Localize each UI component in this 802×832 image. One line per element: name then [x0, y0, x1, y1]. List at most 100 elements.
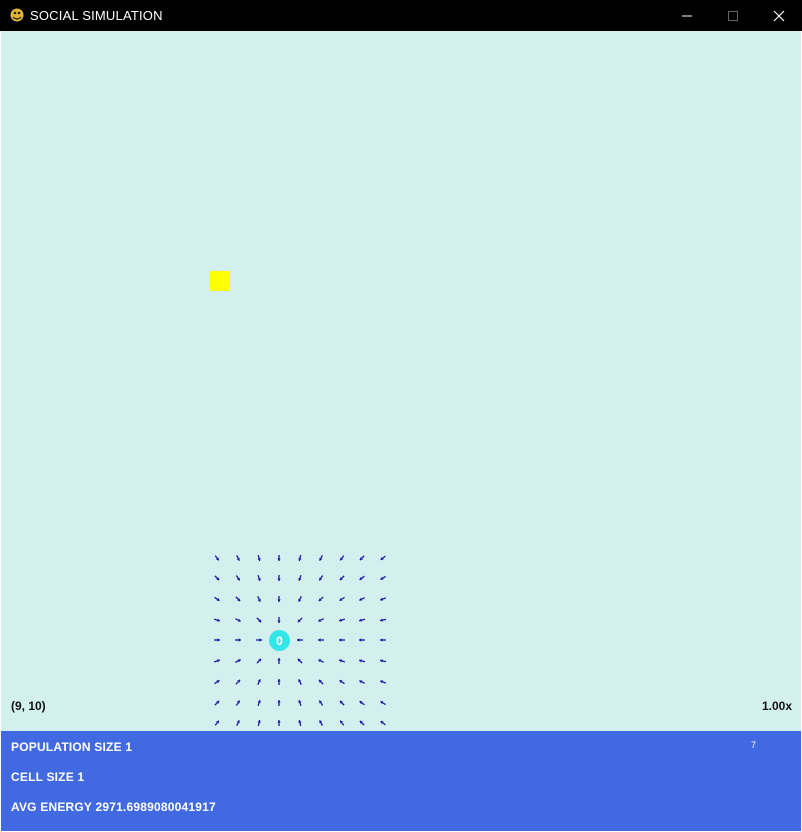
field-arrow [256, 658, 262, 664]
simulation-canvas[interactable]: 0 (9, 10) 1.00x [1, 31, 801, 731]
field-arrow [257, 719, 261, 727]
field-arrow [235, 679, 241, 685]
field-arrow [277, 679, 281, 685]
field-arrow [298, 574, 302, 582]
title-bar[interactable]: SOCIAL SIMULATION [0, 0, 802, 31]
field-arrow [235, 638, 241, 642]
minimize-icon [682, 15, 692, 16]
field-arrow [359, 700, 365, 706]
field-arrow [213, 618, 221, 622]
field-arrow [318, 700, 324, 706]
field-arrow [359, 680, 365, 684]
field-arrow [318, 659, 324, 663]
field-arrow [319, 555, 323, 561]
field-arrow [318, 679, 324, 685]
field-arrow [380, 555, 386, 561]
maximize-button[interactable] [710, 0, 756, 31]
field-arrow [277, 617, 281, 623]
field-arrow [380, 720, 386, 726]
field-arrow [339, 575, 345, 581]
field-arrow [339, 700, 345, 706]
field-arrow [235, 700, 241, 706]
field-arrow [319, 720, 323, 726]
minimize-button[interactable] [664, 0, 710, 31]
field-arrow [379, 618, 387, 622]
field-arrow [359, 575, 365, 581]
field-arrow [338, 618, 346, 622]
field-arrow [318, 596, 324, 602]
maximize-icon [728, 10, 738, 21]
field-arrow [379, 597, 387, 601]
field-arrow [297, 638, 303, 642]
field-arrow [236, 720, 240, 726]
field-arrow [277, 700, 281, 706]
field-arrow [318, 638, 324, 642]
field-arrow [318, 575, 324, 581]
field-arrow [236, 555, 240, 561]
window-title: SOCIAL SIMULATION [30, 8, 163, 23]
avg-energy: AVG ENERGY 2971.6989080041917 [11, 800, 216, 814]
field-arrow [298, 719, 302, 727]
field-arrow [380, 700, 386, 706]
agent[interactable]: 0 [269, 630, 290, 651]
field-arrow [379, 659, 387, 663]
field-arrow [257, 596, 261, 602]
field-arrow [338, 659, 346, 663]
field-arrow [380, 638, 386, 642]
field-arrow [257, 574, 261, 582]
field-arrow [214, 720, 220, 726]
field-arrow [214, 679, 220, 685]
field-arrow [359, 597, 365, 601]
field-arrow [257, 679, 261, 685]
field-arrow [380, 575, 386, 581]
fps-counter: 7 [751, 740, 757, 750]
cell-size: CELL SIZE 1 [11, 770, 85, 784]
field-arrow [359, 720, 365, 726]
field-arrow [277, 555, 281, 561]
field-arrow [318, 618, 324, 622]
field-arrow [358, 618, 366, 622]
field-arrow [339, 555, 345, 561]
field-arrow [339, 596, 345, 602]
field-arrow [277, 596, 281, 602]
field-arrow [214, 700, 220, 706]
field-arrow [256, 638, 262, 642]
field-arrow [235, 618, 241, 622]
field-arrow [297, 658, 303, 664]
field-arrow [298, 679, 302, 685]
field-arrow [214, 596, 220, 602]
field-arrow [235, 659, 241, 663]
field-arrow [214, 638, 220, 642]
cursor-coords: (9, 10) [11, 699, 46, 713]
app-window: SOCIAL SIMULATION 0 (9, 10) 1.00x POPULA… [0, 0, 802, 832]
field-arrow [235, 575, 241, 581]
field-arrow [235, 596, 241, 602]
field-arrow [257, 699, 261, 707]
vector-field [213, 554, 387, 727]
field-arrow [339, 638, 345, 642]
field-arrow [297, 617, 303, 623]
close-button[interactable] [756, 0, 802, 31]
zoom-level: 1.00x [761, 699, 792, 713]
field-arrow [359, 555, 365, 561]
field-arrow [277, 575, 281, 581]
field-arrow [277, 658, 281, 664]
field-arrow [339, 679, 345, 685]
field-arrow [358, 659, 366, 663]
population-size: POPULATION SIZE 1 [11, 740, 133, 754]
pygame-snake-icon [10, 8, 24, 22]
stats-panel: POPULATION SIZE 1 CELL SIZE 1 AVG ENERGY… [1, 731, 801, 831]
field-arrow [213, 659, 221, 663]
field-arrow [298, 596, 302, 602]
field-arrow [298, 554, 302, 562]
field-arrow [298, 699, 302, 707]
field-arrow [277, 720, 281, 726]
field-arrow [214, 575, 220, 581]
field-arrow [214, 555, 220, 561]
field-arrow [379, 680, 387, 684]
field-arrow [256, 617, 262, 623]
close-icon [773, 10, 785, 21]
field-arrow [257, 554, 261, 562]
field-arrow [359, 638, 365, 642]
field-arrow [339, 720, 345, 726]
